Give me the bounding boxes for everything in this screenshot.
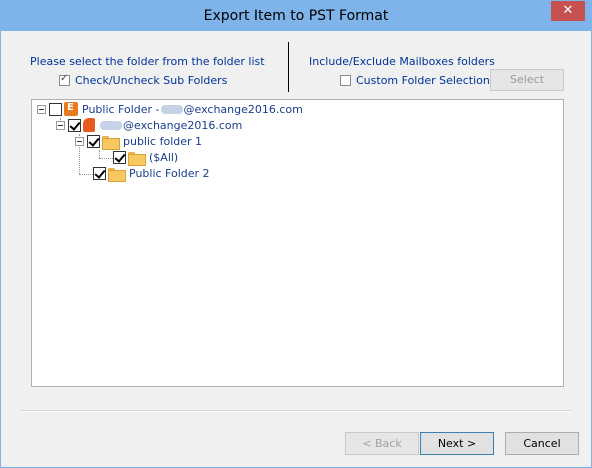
tree-node-all[interactable]: ($All)	[113, 149, 179, 166]
check-subfolders-checkbox[interactable]	[59, 73, 70, 86]
custom-selection-checkbox[interactable]	[340, 75, 351, 86]
tree-node-public-folder-root[interactable]: Public Folder - @exchange2016.com	[37, 101, 303, 117]
tree-connector	[99, 150, 100, 158]
title-bar: Export Item to PST Format ✕	[1, 1, 591, 31]
collapse-icon[interactable]	[37, 104, 46, 114]
check-subfolders-label: Check/Uncheck Sub Folders	[75, 74, 228, 87]
mailbox-icon	[83, 118, 95, 132]
panel-divider	[288, 42, 289, 92]
custom-selection-row[interactable]: Custom Folder Selection	[340, 74, 490, 87]
tree-node-label: public folder 1	[123, 134, 203, 148]
close-icon: ✕	[562, 3, 574, 18]
tree-node-label: Public Folder 2	[129, 166, 210, 180]
folder-tree[interactable]: Public Folder - @exchange2016.com @excha…	[31, 99, 564, 387]
check-subfolders-row[interactable]: Check/Uncheck Sub Folders	[59, 73, 228, 87]
folder-list-instruction: Please select the folder from the folder…	[30, 55, 265, 68]
tree-node-checkbox[interactable]	[87, 134, 100, 148]
collapse-icon[interactable]	[75, 136, 84, 146]
tree-node-checkbox[interactable]	[93, 166, 106, 180]
tree-node-label-suffix: @exchange2016.com	[183, 102, 303, 116]
tree-node-label-suffix: @exchange2016.com	[123, 118, 243, 132]
folder-icon	[128, 151, 146, 166]
tree-node-mailbox[interactable]: @exchange2016.com	[56, 117, 242, 133]
folder-icon	[102, 135, 120, 150]
custom-selection-label: Custom Folder Selection	[356, 74, 490, 87]
tree-node-label-prefix: Public Folder -	[82, 102, 160, 116]
window-title: Export Item to PST Format	[203, 8, 389, 24]
mailbox-folders-instruction: Include/Exclude Mailboxes folders	[309, 55, 495, 68]
dialog-content: Please select the folder from the folder…	[9, 32, 583, 460]
export-dialog: Export Item to PST Format ✕ Please selec…	[0, 0, 592, 468]
select-button[interactable]: Select	[490, 69, 564, 91]
tree-node-checkbox[interactable]	[49, 102, 62, 116]
tree-connector	[99, 158, 113, 159]
tree-node-checkbox[interactable]	[68, 118, 81, 132]
back-button[interactable]: < Back	[345, 432, 419, 455]
cancel-button[interactable]: Cancel	[505, 432, 579, 455]
tree-node-label: ($All)	[149, 150, 179, 164]
folder-icon	[108, 167, 126, 182]
footer-divider	[20, 410, 572, 412]
exchange-icon	[64, 102, 78, 116]
tree-node-public-folder-2[interactable]: Public Folder 2	[93, 165, 210, 182]
redacted-username	[160, 104, 183, 114]
close-button[interactable]: ✕	[551, 1, 585, 21]
redacted-username	[100, 120, 122, 130]
tree-node-checkbox[interactable]	[113, 150, 126, 164]
collapse-icon[interactable]	[56, 120, 65, 130]
next-button[interactable]: Next >	[420, 432, 494, 455]
tree-node-public-folder-1[interactable]: public folder 1	[75, 133, 203, 150]
